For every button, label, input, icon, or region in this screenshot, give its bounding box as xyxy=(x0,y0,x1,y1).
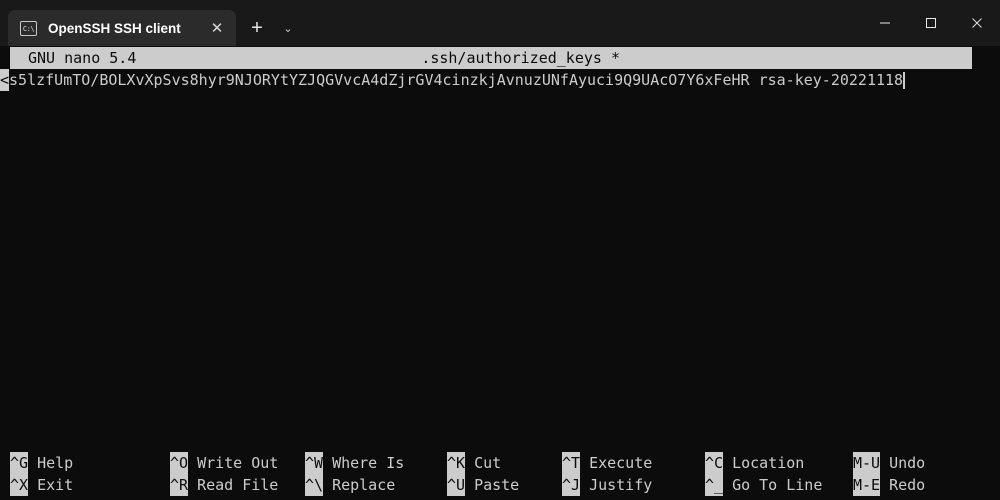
shortcut-help[interactable]: ^G Help xyxy=(10,452,170,474)
nano-title-bar: GNU nano 5.4 .ssh/authorized_keys * xyxy=(10,47,972,69)
shortcut-write-out[interactable]: ^O Write Out xyxy=(170,452,305,474)
minimize-button[interactable] xyxy=(862,0,908,46)
text-cursor xyxy=(903,71,906,89)
close-icon[interactable]: ✕ xyxy=(204,15,230,41)
nano-version: GNU nano 5.4 xyxy=(28,49,137,67)
window-close-button[interactable] xyxy=(954,0,1000,46)
shortcut-label: Undo xyxy=(889,454,926,472)
nano-shortcut-bar: ^G Help ^O Write Out ^W Where Is ^K Cut ^T Ex… xyxy=(0,452,1000,496)
minimize-icon xyxy=(880,22,890,24)
chevron-down-icon[interactable]: ⌄ xyxy=(274,10,302,46)
shortcut-key: M-E xyxy=(853,474,881,496)
shortcut-label: Redo xyxy=(889,476,926,494)
shortcut-label: Location xyxy=(732,454,805,472)
shortcut-key: ^R xyxy=(170,474,189,496)
new-tab-button[interactable]: + xyxy=(242,10,272,46)
shortcut-cut[interactable]: ^K Cut xyxy=(447,452,562,474)
window-controls xyxy=(862,0,1000,46)
shortcut-label: Where Is xyxy=(332,454,405,472)
shortcut-key: ^J xyxy=(562,474,581,496)
shortcut-read-file[interactable]: ^R Read File xyxy=(170,474,305,496)
shortcut-key: ^K xyxy=(447,452,466,474)
shortcut-paste[interactable]: ^U Paste xyxy=(447,474,562,496)
shortcut-label: Replace xyxy=(332,476,396,494)
shortcut-key: ^W xyxy=(305,452,324,474)
shortcut-location[interactable]: ^C Location xyxy=(705,452,853,474)
shortcut-label: Justify xyxy=(589,476,653,494)
shortcut-label: Paste xyxy=(474,476,520,494)
shortcut-where-is[interactable]: ^W Where Is xyxy=(305,452,447,474)
window-titlebar[interactable]: C:\ OpenSSH SSH client ✕ + ⌄ xyxy=(0,0,1000,46)
shortcut-key: ^C xyxy=(705,452,724,474)
shortcut-key: ^T xyxy=(562,452,581,474)
line-continuation-marker: < xyxy=(0,69,10,91)
shortcut-label: Write Out xyxy=(197,454,279,472)
shortcut-execute[interactable]: ^T Execute xyxy=(562,452,705,474)
console-icon-text: C:\ xyxy=(22,25,35,33)
shortcut-exit[interactable]: ^X Exit xyxy=(10,474,170,496)
shortcut-label: Go To Line xyxy=(732,476,823,494)
shortcut-undo[interactable]: M-U Undo xyxy=(853,452,925,474)
shortcut-label: Help xyxy=(37,454,74,472)
shortcut-replace[interactable]: ^\ Replace xyxy=(305,474,447,496)
shortcut-row-1: ^G Help ^O Write Out ^W Where Is ^K Cut ^T Ex… xyxy=(0,452,1000,474)
maximize-icon xyxy=(926,18,936,28)
shortcut-label: Read File xyxy=(197,476,279,494)
shortcut-justify[interactable]: ^J Justify xyxy=(562,474,705,496)
shortcut-label: Cut xyxy=(474,454,502,472)
shortcut-go-to-line[interactable]: ^_ Go To Line xyxy=(705,474,853,496)
shortcut-key: ^G xyxy=(10,452,29,474)
nano-edit-area[interactable]: < s5lzfUmTO/BOLXvXpSvs8hyr9NJORYtYZJQGVvc… xyxy=(0,69,1000,500)
shortcut-label: Execute xyxy=(589,454,653,472)
ssh-key-text: s5lzfUmTO/BOLXvXpSvs8hyr9NJORYtYZJQGVvcA… xyxy=(9,71,904,89)
tab-title: OpenSSH SSH client xyxy=(48,20,181,36)
shortcut-key: ^X xyxy=(10,474,29,496)
editor-line[interactable]: < s5lzfUmTO/BOLXvXpSvs8hyr9NJORYtYZJQGVvc… xyxy=(0,69,1000,91)
tab-openssh-ssh-client[interactable]: C:\ OpenSSH SSH client ✕ xyxy=(8,10,236,46)
terminal-content[interactable]: GNU nano 5.4 .ssh/authorized_keys * < s5l… xyxy=(0,46,1000,500)
shortcut-key: ^U xyxy=(447,474,466,496)
shortcut-key: ^_ xyxy=(705,474,724,496)
console-icon: C:\ xyxy=(20,20,37,36)
shortcut-key: ^\ xyxy=(305,474,324,496)
shortcut-key: ^O xyxy=(170,452,189,474)
shortcut-row-2: ^X Exit ^R Read File ^\ Replace ^U Paste ^J J… xyxy=(0,474,1000,496)
shortcut-key: M-U xyxy=(853,452,881,474)
nano-filename: .ssh/authorized_keys * xyxy=(421,49,620,67)
maximize-button[interactable] xyxy=(908,0,954,46)
shortcut-redo[interactable]: M-E Redo xyxy=(853,474,925,496)
shortcut-label: Exit xyxy=(37,476,74,494)
tab-strip: C:\ OpenSSH SSH client ✕ + ⌄ xyxy=(0,0,302,46)
terminal-window: C:\ OpenSSH SSH client ✕ + ⌄ GNU nano 5.… xyxy=(0,0,1000,500)
close-icon xyxy=(972,18,982,28)
